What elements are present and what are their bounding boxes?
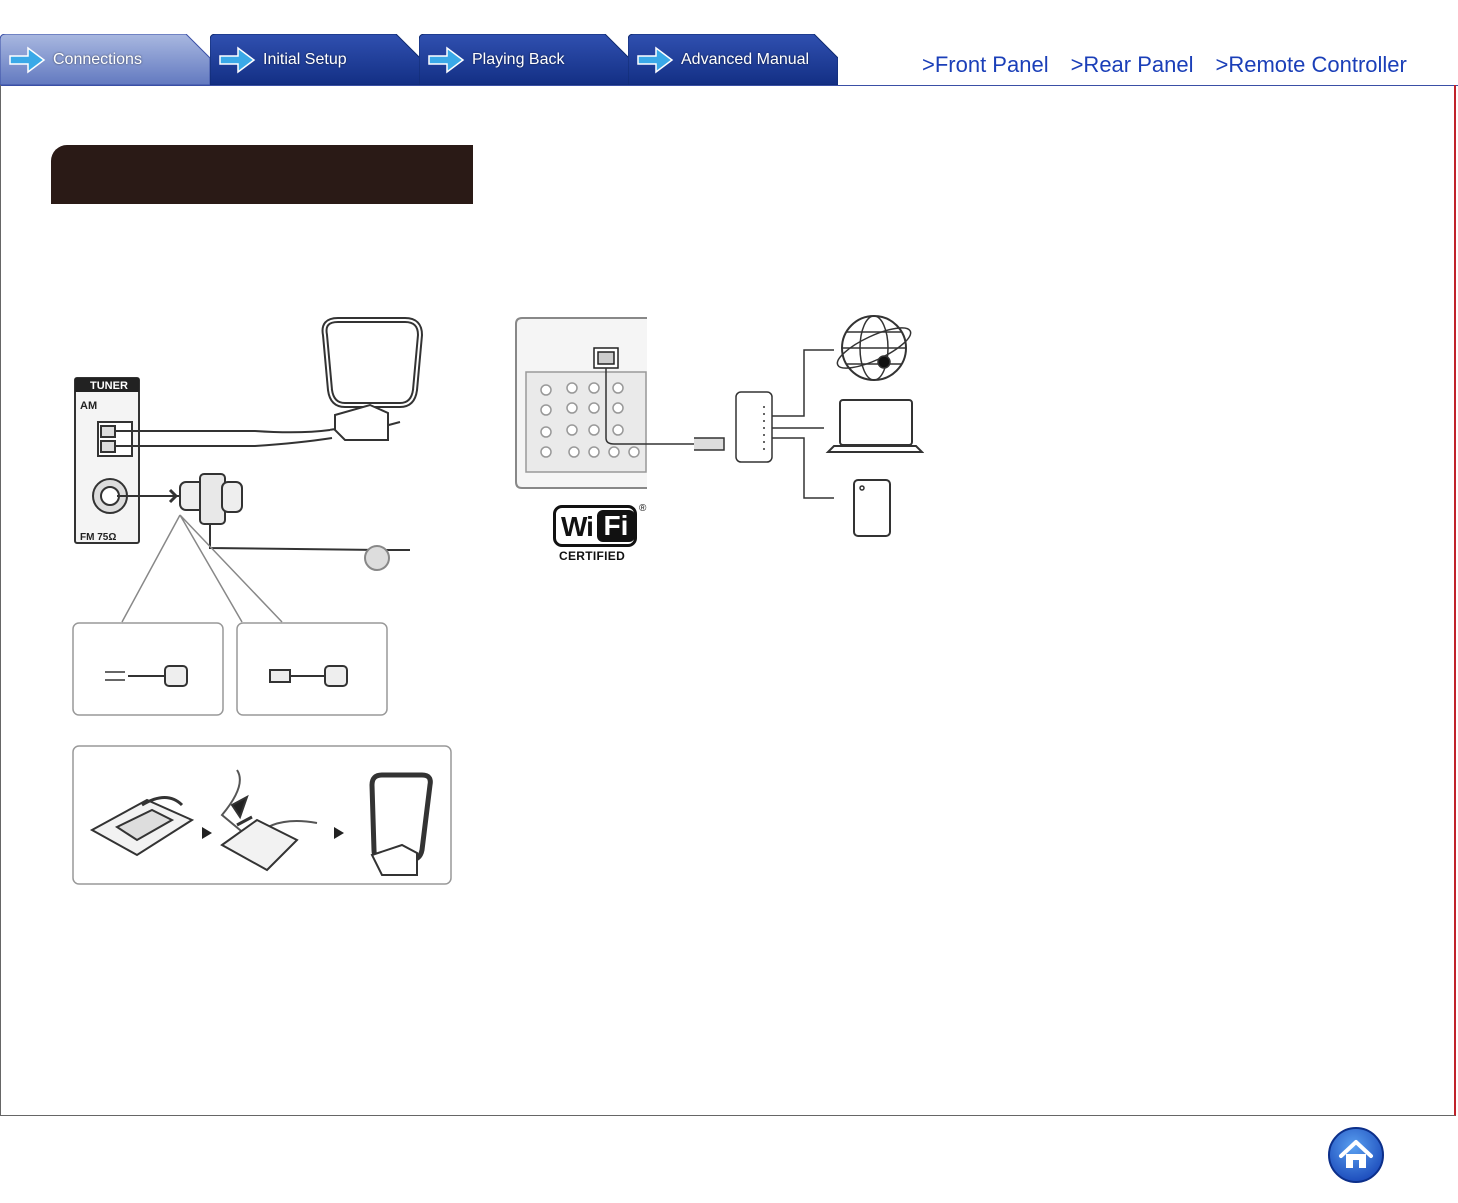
tab-advanced-manual[interactable]: Advanced Manual	[628, 34, 838, 85]
arrow-right-icon	[9, 46, 46, 74]
tuner-heading: TUNER	[90, 380, 128, 392]
tab-label: Initial Setup	[263, 51, 347, 68]
am-terminal-label: AM	[80, 400, 97, 412]
wifi-logo-fi: Fi	[597, 510, 635, 542]
tab-playing-back[interactable]: Playing Back	[419, 34, 629, 85]
tab-connections[interactable]: Connections	[0, 34, 210, 85]
tab-label: Playing Back	[472, 51, 565, 68]
wifi-logo-wi: Wi	[561, 511, 594, 542]
front-panel-link[interactable]: >Front Panel	[922, 52, 1049, 78]
arrow-right-icon	[428, 46, 465, 74]
arrow-right-icon	[219, 46, 256, 74]
remote-controller-link[interactable]: >Remote Controller	[1216, 52, 1407, 78]
tab-label: Advanced Manual	[681, 51, 810, 68]
tab-initial-setup[interactable]: Initial Setup	[210, 34, 420, 85]
tab-label: Connections	[53, 51, 142, 68]
home-button[interactable]	[1327, 1126, 1385, 1184]
wifi-logo-box: Wi Fi	[553, 505, 637, 547]
tab-bar: Connections Initial Setup Playing Back A…	[0, 34, 840, 85]
wifi-certified-logo: Wi Fi ® CERTIFIED	[553, 503, 647, 565]
am-antenna-assembly-diagram	[72, 745, 452, 885]
wifi-certified-text: CERTIFIED	[559, 549, 626, 563]
fm-terminal-label: FM 75Ω	[80, 532, 116, 543]
registered-mark: ®	[639, 503, 647, 514]
panel-links: >Front Panel >Rear Panel >Remote Control…	[922, 52, 1407, 78]
rear-panel-link[interactable]: >Rear Panel	[1071, 52, 1194, 78]
section-title-bar	[51, 145, 473, 204]
antenna-connection-diagram: TUNER AM FM 75Ω	[72, 317, 424, 716]
arrow-right-icon	[637, 46, 674, 74]
